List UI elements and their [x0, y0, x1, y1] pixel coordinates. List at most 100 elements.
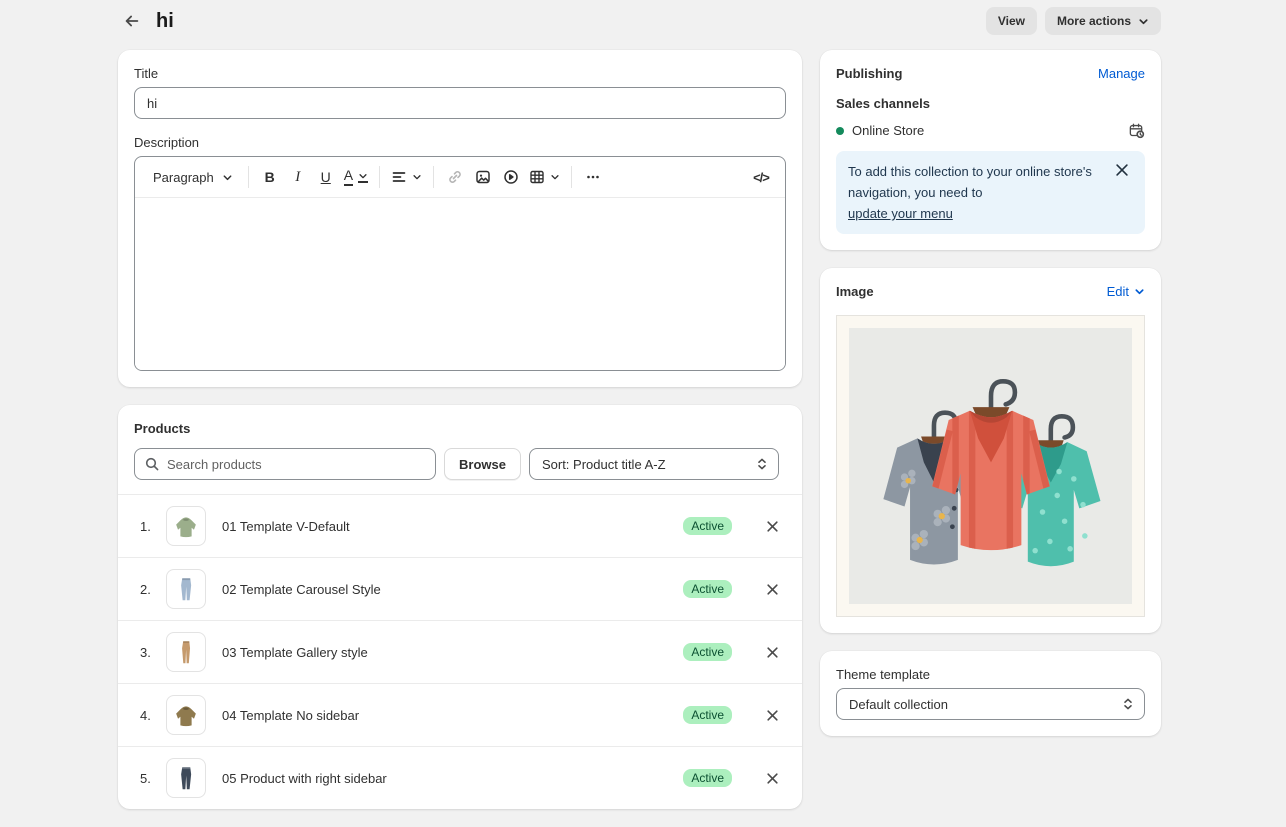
chevron-down-icon — [358, 171, 368, 183]
status-badge: Active — [683, 580, 732, 598]
banner-close-button[interactable] — [1111, 161, 1133, 183]
chevron-down-icon — [550, 172, 560, 182]
product-list: 1. 01 Template V-Default Active 2. — [118, 494, 802, 809]
play-circle-icon — [503, 169, 519, 185]
product-title: 05 Product with right sidebar — [222, 771, 683, 786]
edit-image-link[interactable]: Edit — [1107, 284, 1145, 299]
description-label: Description — [134, 135, 786, 150]
title-label: Title — [134, 66, 786, 81]
product-search — [134, 448, 436, 480]
alignment-button[interactable] — [387, 163, 426, 191]
close-icon — [766, 646, 779, 659]
product-thumbnail-jeans — [166, 758, 206, 798]
insert-image-button[interactable] — [469, 163, 497, 191]
collection-image-frame[interactable] — [836, 315, 1145, 617]
publishing-card: Publishing Manage Sales channels Online … — [820, 50, 1161, 250]
link-icon — [447, 169, 463, 185]
image-icon — [475, 169, 491, 185]
product-rank: 4. — [140, 708, 166, 723]
status-badge: Active — [683, 517, 732, 535]
more-formatting-button[interactable] — [579, 163, 607, 191]
sort-select[interactable]: Sort: Product title A-Z — [529, 448, 779, 480]
update-your-menu-link[interactable]: update your menu — [848, 203, 1101, 224]
browse-button[interactable]: Browse — [444, 448, 521, 480]
back-button[interactable] — [118, 7, 146, 35]
remove-product-button[interactable] — [758, 575, 786, 603]
rich-text-editor: Paragraph B I U A — [134, 156, 786, 371]
image-heading: Image — [836, 284, 874, 299]
italic-button[interactable]: I — [284, 163, 312, 191]
product-row: 2. 02 Template Carousel Style Active — [118, 557, 802, 620]
insert-table-button[interactable] — [525, 163, 564, 191]
theme-template-label: Theme template — [836, 667, 1145, 682]
arrow-left-icon — [123, 12, 141, 30]
search-products-input[interactable] — [134, 448, 436, 480]
banner-text: To add this collection to your online st… — [848, 161, 1101, 224]
theme-template-card: Theme template Default collection — [820, 651, 1161, 736]
close-icon — [1115, 163, 1129, 177]
sales-channels-heading: Sales channels — [836, 96, 1145, 111]
remove-product-button[interactable] — [758, 764, 786, 792]
product-title: 02 Template Carousel Style — [222, 582, 683, 597]
insert-link-button[interactable] — [441, 163, 469, 191]
rte-toolbar: Paragraph B I U A — [135, 157, 785, 198]
chevron-down-icon — [412, 172, 422, 182]
products-heading: Products — [118, 421, 802, 436]
sort-select-value: Sort: Product title A-Z — [542, 457, 756, 472]
product-thumbnail-hoodie — [166, 506, 206, 546]
table-icon — [529, 169, 545, 185]
close-icon — [766, 583, 779, 596]
ellipsis-icon — [585, 169, 601, 185]
status-badge: Active — [683, 706, 732, 724]
chevron-down-icon — [1134, 286, 1145, 297]
channel-active-dot — [836, 127, 844, 135]
sales-channel-row: Online Store — [836, 122, 1145, 139]
remove-product-button[interactable] — [758, 638, 786, 666]
theme-template-select[interactable]: Default collection — [836, 688, 1145, 720]
chevron-down-icon — [1138, 16, 1149, 27]
product-rank: 1. — [140, 519, 166, 534]
status-badge: Active — [683, 643, 732, 661]
text-color-button[interactable]: A — [340, 163, 372, 191]
product-rank: 2. — [140, 582, 166, 597]
product-thumbnail-hoodie — [166, 695, 206, 735]
channel-name: Online Store — [852, 123, 924, 138]
paragraph-style-dropdown[interactable]: Paragraph — [145, 163, 241, 191]
product-row: 4. 04 Template No sidebar Active — [118, 683, 802, 746]
product-rank: 3. — [140, 645, 166, 660]
remove-product-button[interactable] — [758, 512, 786, 540]
product-rank: 5. — [140, 771, 166, 786]
view-button[interactable]: View — [986, 7, 1037, 35]
theme-template-value: Default collection — [849, 697, 1122, 712]
product-row: 5. 05 Product with right sidebar Active — [118, 746, 802, 809]
remove-product-button[interactable] — [758, 701, 786, 729]
top-bar: hi View More actions — [118, 0, 1161, 36]
close-icon — [766, 520, 779, 533]
product-thumbnail-pants — [166, 632, 206, 672]
schedule-calendar-clock-icon[interactable] — [1128, 122, 1145, 139]
collection-image-shirts-illustration — [849, 328, 1132, 604]
caret-up-down-icon — [1122, 697, 1134, 711]
chevron-down-icon — [222, 172, 233, 183]
manage-publishing-link[interactable]: Manage — [1098, 66, 1145, 81]
product-row: 1. 01 Template V-Default Active — [118, 494, 802, 557]
products-card: Products Browse Sort: Product title A-Z — [118, 405, 802, 809]
image-card: Image Edit — [820, 268, 1161, 633]
more-actions-button[interactable]: More actions — [1045, 7, 1161, 35]
status-badge: Active — [683, 769, 732, 787]
publishing-heading: Publishing — [836, 66, 902, 81]
page-title: hi — [156, 10, 174, 33]
bold-button[interactable]: B — [256, 163, 284, 191]
close-icon — [766, 709, 779, 722]
align-text-icon — [391, 169, 407, 185]
title-input[interactable] — [134, 87, 786, 119]
close-icon — [766, 772, 779, 785]
product-title: 03 Template Gallery style — [222, 645, 683, 660]
code-icon: </> — [753, 170, 769, 185]
description-editor-area[interactable] — [135, 198, 785, 370]
navigation-info-banner: To add this collection to your online st… — [836, 151, 1145, 234]
underline-button[interactable]: U — [312, 163, 340, 191]
show-html-button[interactable]: </> — [747, 163, 775, 191]
caret-up-down-icon — [756, 457, 768, 471]
insert-video-button[interactable] — [497, 163, 525, 191]
